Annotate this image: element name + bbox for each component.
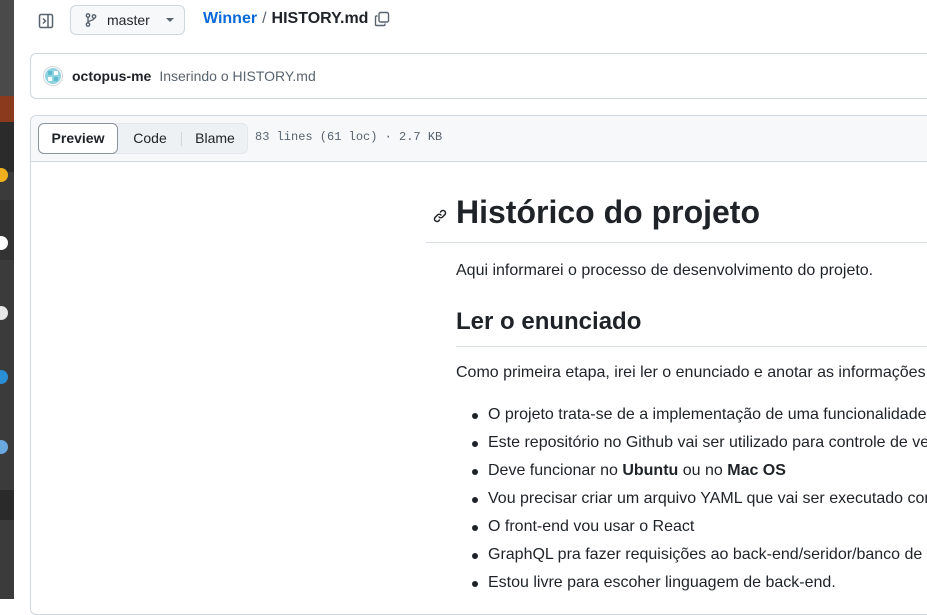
git-branch-icon — [83, 12, 99, 28]
tab-blame[interactable]: Blame — [182, 124, 248, 153]
list-item: O front-end vou usar o React — [456, 513, 927, 541]
breadcrumb-repo-link[interactable]: Winner — [203, 10, 257, 28]
list-item: Vou precisar criar um arquivo YAML que v… — [456, 485, 927, 513]
view-mode-switch: Preview Code Blame — [38, 123, 248, 154]
requirements-list: O projeto trata-se de a implementação de… — [456, 401, 927, 597]
branch-selector[interactable]: master — [70, 5, 185, 35]
latest-commit-bar: octopus-me Inserindo o HISTORY.md — [30, 53, 927, 99]
list-item-text: Deve funcionar no — [488, 462, 623, 479]
copy-icon — [375, 11, 390, 27]
file-header: Preview Code Blame 83 lines (61 loc) · 2… — [31, 116, 927, 162]
list-item-bold-ubuntu: Ubuntu — [622, 462, 679, 479]
background-window-edge — [0, 0, 14, 599]
anchor-link-button[interactable] — [432, 208, 448, 224]
breadcrumb-separator: / — [262, 10, 267, 27]
section-heading: Ler o enunciado — [456, 308, 642, 335]
list-item: Deve funcionar no Ubuntu ou no Mac OS — [456, 457, 927, 485]
commit-author[interactable]: octopus-me — [72, 68, 151, 84]
heading-1-block: Histórico do projeto — [426, 194, 927, 243]
list-item-text: ou no — [678, 462, 728, 479]
link-icon — [433, 209, 447, 223]
sidebar-expand-icon — [38, 13, 54, 29]
breadcrumb: Winner / HISTORY.md — [203, 10, 390, 28]
avatar[interactable] — [43, 66, 63, 86]
list-item: O projeto trata-se de a implementação de… — [456, 401, 927, 429]
branch-label: master — [107, 12, 150, 28]
tab-code[interactable]: Code — [119, 124, 181, 153]
list-item: Este repositório no Github vai ser utili… — [456, 429, 927, 457]
file-viewer: Preview Code Blame 83 lines (61 loc) · 2… — [30, 115, 927, 615]
list-item: Estou livre para escoher linguagem de ba… — [456, 569, 927, 597]
breadcrumb-file-name: HISTORY.md — [271, 10, 369, 27]
list-item: GraphQL pra fazer requisições ao back-en… — [456, 541, 927, 569]
copy-path-button[interactable] — [374, 11, 390, 27]
intro-paragraph: Aqui informarei o processo de desenvolvi… — [456, 262, 874, 279]
chevron-down-icon — [165, 18, 174, 22]
octopus-avatar-icon — [45, 68, 61, 84]
page-title: Histórico do projeto — [456, 194, 760, 230]
tab-preview[interactable]: Preview — [38, 123, 118, 154]
file-stats: 83 lines (61 loc) · 2.7 KB — [255, 130, 443, 144]
sidebar-toggle-button[interactable] — [36, 11, 56, 31]
section-paragraph: Como primeira etapa, irei ler o enunciad… — [456, 364, 927, 381]
heading-2-block: Ler o enunciado — [456, 308, 927, 347]
commit-message[interactable]: Inserindo o HISTORY.md — [159, 68, 315, 84]
list-item-bold-macos: Mac OS — [727, 462, 786, 479]
